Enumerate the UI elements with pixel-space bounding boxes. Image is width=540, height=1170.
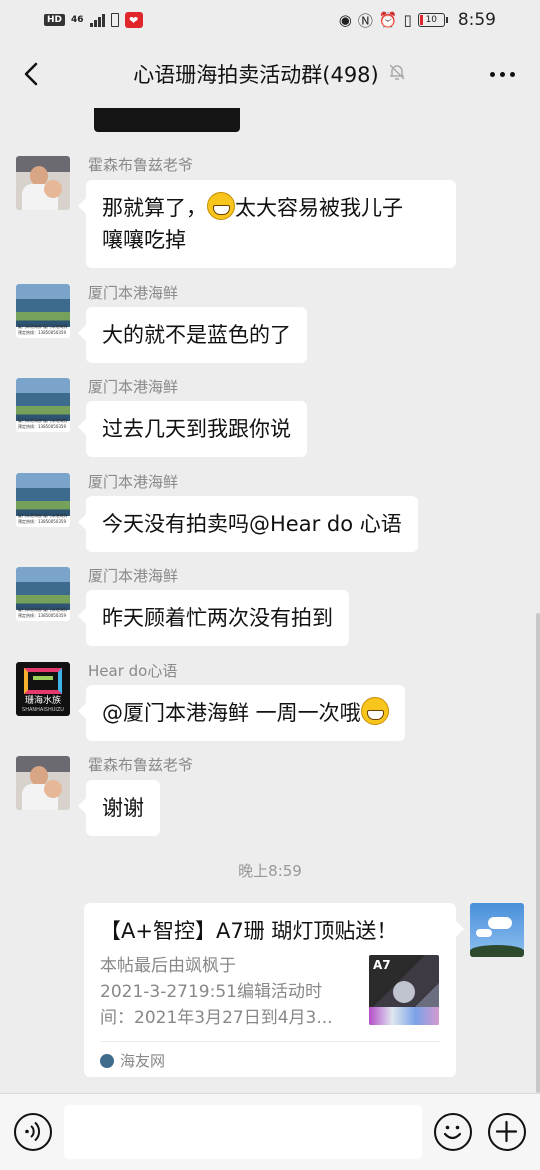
message-bubble[interactable]: 大的就不是蓝色的了 bbox=[78, 307, 307, 363]
thumb-label: A7 bbox=[373, 958, 391, 972]
sender-name: 厦门本港海鲜 bbox=[88, 378, 179, 396]
scrollbar[interactable] bbox=[536, 613, 540, 1093]
status-left: HD 46 ❤ bbox=[44, 12, 143, 28]
message-text: 大的就不是蓝色的了 bbox=[102, 323, 291, 347]
mute-bell-icon bbox=[387, 62, 407, 86]
avatar[interactable] bbox=[16, 156, 70, 210]
app-notification-icon: ❤ bbox=[124, 12, 143, 28]
battery-icon: 10 bbox=[417, 13, 448, 27]
avatar-text: 珊海水族 bbox=[24, 696, 61, 706]
message-input[interactable] bbox=[64, 1105, 422, 1159]
message-bubble[interactable]: 过去几天到我跟你说 bbox=[78, 401, 307, 457]
avatar[interactable]: 厦门本港海鲜 厦门本港海鲜 预定热线：13850050359 bbox=[16, 567, 70, 621]
signal-icon bbox=[89, 13, 105, 27]
alarm-icon: ⏰ bbox=[378, 11, 398, 29]
avatar[interactable]: 厦门本港海鲜 厦门本港海鲜 预定热线：13850050359 bbox=[16, 473, 70, 527]
message-text: 昨天顾着忙两次没有拍到 bbox=[102, 606, 333, 630]
sender-name: 厦门本港海鲜 bbox=[88, 567, 179, 585]
message-bubble[interactable]: 谢谢 bbox=[78, 780, 160, 836]
message-text: 谢谢 bbox=[102, 796, 144, 820]
message-bubble[interactable]: 昨天顾着忙两次没有拍到 bbox=[78, 590, 349, 646]
message-bubble[interactable]: 今天没有拍卖吗@Hear do 心语 bbox=[78, 496, 418, 552]
more-icon[interactable] bbox=[482, 54, 522, 94]
status-bar: HD 46 ❤ ◉ Ⓝ ⏰ ▯ 10 8:59 bbox=[0, 0, 540, 40]
eye-icon: ◉ bbox=[338, 11, 352, 29]
status-time: 8:59 bbox=[457, 10, 496, 30]
card-title: 【A+智控】A7珊 瑚灯顶贴送！ bbox=[100, 919, 398, 943]
my-avatar[interactable] bbox=[470, 903, 524, 957]
emoji-icon[interactable] bbox=[434, 1113, 472, 1151]
vibrate-icon: ▯ bbox=[403, 11, 412, 29]
page-title: 心语珊海拍卖活动群(498) bbox=[133, 63, 379, 87]
avatar[interactable] bbox=[16, 756, 70, 810]
input-bar bbox=[0, 1093, 540, 1170]
card-desc-line: 间：2021年3月27日到4月3... bbox=[100, 1008, 333, 1028]
title-wrap: 心语珊海拍卖活动群(498) bbox=[133, 59, 406, 89]
previous-image-message[interactable] bbox=[94, 108, 240, 132]
avatar[interactable]: 珊海水族 SHANHAISHUIZU bbox=[16, 662, 70, 716]
hd-indicator: HD bbox=[44, 14, 66, 26]
avatar-text: 预定热线：13850050359 bbox=[18, 613, 66, 618]
chat-header: 心语珊海拍卖活动群(498) bbox=[0, 40, 540, 108]
status-right: ◉ Ⓝ ⏰ ▯ 10 8:59 bbox=[339, 10, 496, 31]
phone-icon bbox=[110, 13, 119, 27]
battery-level: 10 bbox=[425, 15, 438, 25]
network-type: 46 bbox=[71, 14, 84, 25]
card-desc-line: 本帖最后由飒枫于 bbox=[100, 956, 236, 976]
avatar-text: SHANHAISHUIZU bbox=[22, 707, 64, 713]
source-name: 海友网 bbox=[120, 1052, 166, 1070]
back-arrow-icon[interactable] bbox=[14, 54, 54, 94]
voice-icon[interactable] bbox=[14, 1113, 52, 1151]
plus-icon[interactable] bbox=[488, 1113, 526, 1151]
message-bubble[interactable]: 那就算了， 太大容易被我儿子嚷嚷吃掉 bbox=[78, 180, 456, 268]
message-text: 今天没有拍卖吗@Hear do 心语 bbox=[102, 512, 402, 536]
grin-emoji-icon bbox=[360, 697, 389, 725]
message-text: 那就算了， bbox=[102, 196, 207, 220]
avatar-text: 预定热线：13850050359 bbox=[18, 519, 66, 524]
message-text: @厦门本港海鲜 一周一次哦 bbox=[102, 701, 361, 725]
sender-name: 霍森布鲁兹老爷 bbox=[88, 756, 194, 774]
chat-area[interactable]: 霍森布鲁兹老爷 那就算了， 太大容易被我儿子 嚷嚷吃掉 厦门本港海鲜 厦门本港海鲜预… bbox=[0, 108, 540, 1093]
sender-name: 厦门本港海鲜 bbox=[88, 473, 179, 491]
card-thumbnail: A7 bbox=[369, 955, 439, 1025]
nfc-icon: Ⓝ bbox=[357, 11, 373, 30]
avatar[interactable]: 厦门本港海鲜 厦门本港海鲜 预定热线：13850050359 bbox=[16, 284, 70, 338]
source-app-icon bbox=[100, 1053, 114, 1068]
card-description: 本帖最后由飒枫于 2021-3-2719:51编辑活动时 间：2021年3月27… bbox=[100, 953, 350, 1031]
avatar[interactable]: 厦门本港海鲜 厦门本港海鲜 预定热线：13850050359 bbox=[16, 378, 70, 432]
message-text: 嚷嚷吃掉 bbox=[102, 228, 186, 252]
card-desc-line: 2021-3-2719:51编辑活动时 bbox=[100, 982, 322, 1002]
message-text: 太大容易被我儿子 bbox=[235, 196, 403, 220]
message-text: 过去几天到我跟你说 bbox=[102, 417, 291, 441]
avatar-text: 预定热线：13850050359 bbox=[18, 424, 66, 429]
avatar-text: 预定热线：13850050359 bbox=[18, 330, 66, 335]
sender-name: Hear do心语 bbox=[88, 662, 178, 680]
shared-link-card[interactable]: 【A+智控】A7珊 瑚灯顶贴送！ 本帖最后由飒枫于 2021-3-2719:51… bbox=[84, 903, 464, 1077]
card-source: 海友网 bbox=[100, 1041, 440, 1071]
grin-emoji-icon bbox=[207, 192, 235, 220]
message-bubble[interactable]: @厦门本港海鲜 一周一次哦 bbox=[78, 685, 405, 741]
timestamp: 晚上8:59 bbox=[238, 862, 302, 880]
sender-name: 霍森布鲁兹老爷 bbox=[88, 156, 194, 174]
sender-name: 厦门本港海鲜 bbox=[88, 284, 179, 302]
